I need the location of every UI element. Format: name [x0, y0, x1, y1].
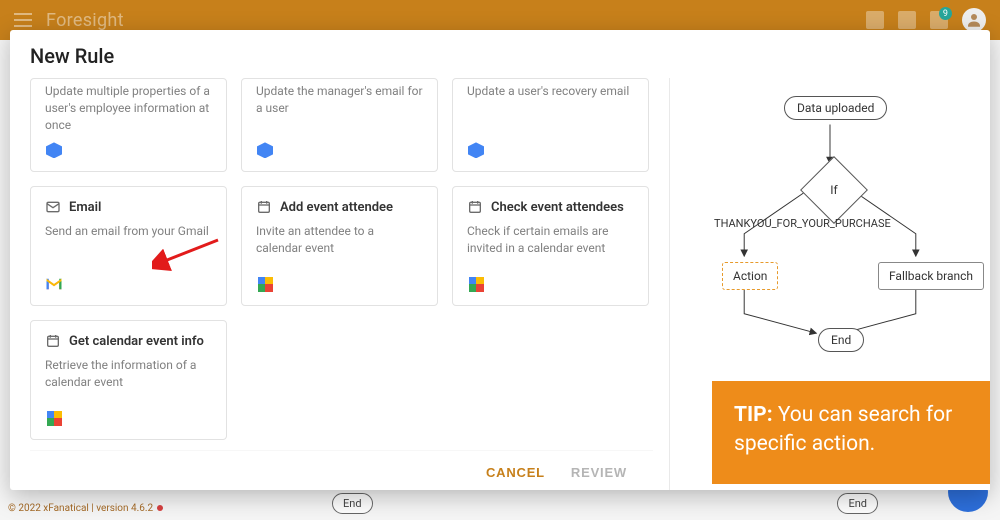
topbar-action-icon[interactable]: [866, 11, 884, 29]
app-title: Foresight: [46, 10, 124, 31]
new-rule-modal: New Rule Update multiple properties of a…: [10, 30, 990, 490]
action-card[interactable]: Update a user's recovery email: [452, 78, 649, 172]
card-title: Get calendar event info: [69, 334, 204, 349]
gmail-icon: [45, 275, 63, 293]
action-card[interactable]: Get calendar event info Retrieve the info…: [30, 320, 227, 440]
flow-branch-label: THANKYOU_FOR_YOUR_PURCHASE: [714, 217, 891, 230]
card-title: Check event attendees: [491, 200, 624, 215]
notification-count-badge: 9: [939, 7, 952, 20]
mail-icon: [45, 199, 61, 215]
action-card[interactable]: Check event attendees Check if certain em…: [452, 186, 649, 306]
action-card[interactable]: Update multiple properties of a user's e…: [30, 78, 227, 172]
app-footer-copyright: © 2022 xFanatical | version 4.6.2: [8, 503, 163, 514]
card-description: Retrieve the information of a calendar e…: [45, 357, 212, 401]
card-description: Update multiple properties of a user's e…: [45, 83, 212, 133]
card-description: Update a user's recovery email: [467, 83, 634, 133]
card-description: Invite an attendee to a calendar event: [256, 223, 423, 267]
flow-fallback-node[interactable]: Fallback branch: [878, 262, 984, 290]
review-button[interactable]: REVIEW: [569, 461, 629, 484]
menu-icon[interactable]: [14, 13, 32, 27]
google-calendar-icon: [45, 409, 63, 427]
flow-start-node[interactable]: Data uploaded: [784, 96, 887, 120]
google-calendar-icon: [256, 275, 274, 293]
card-description: Update the manager's email for a user: [256, 83, 423, 133]
card-title: Email: [69, 200, 101, 215]
flow-preview-pane: Data uploaded If THANKYOU_FOR_YOUR_PURCH…: [670, 78, 990, 490]
notifications-icon[interactable]: 9: [930, 11, 948, 29]
tip-callout: TIP: You can search for specific action.: [712, 381, 990, 484]
google-admin-icon: [256, 141, 274, 159]
action-card[interactable]: Add event attendee Invite an attendee to …: [241, 186, 438, 306]
calendar-icon: [256, 199, 272, 215]
tip-label: TIP:: [734, 403, 773, 427]
canvas-end-node: End: [837, 493, 878, 514]
canvas-end-node: End: [332, 493, 373, 514]
action-card[interactable]: Email Send an email from your Gmail: [30, 186, 227, 306]
modal-title: New Rule: [10, 30, 990, 78]
cancel-button[interactable]: CANCEL: [484, 461, 547, 484]
google-admin-icon: [467, 141, 485, 159]
calendar-icon: [45, 333, 61, 349]
topbar-action-icon[interactable]: [898, 11, 916, 29]
calendar-icon: [467, 199, 483, 215]
user-avatar[interactable]: [962, 8, 986, 32]
google-calendar-icon: [467, 275, 485, 293]
actions-list-pane[interactable]: Update multiple properties of a user's e…: [10, 78, 670, 490]
flow-end-node[interactable]: End: [818, 328, 864, 352]
action-card[interactable]: Update the manager's email for a user: [241, 78, 438, 172]
card-title: Add event attendee: [280, 200, 393, 215]
flow-action-node[interactable]: Action: [722, 262, 778, 290]
card-description: Send an email from your Gmail: [45, 223, 212, 267]
card-description: Check if certain emails are invited in a…: [467, 223, 634, 267]
google-admin-icon: [45, 141, 63, 159]
